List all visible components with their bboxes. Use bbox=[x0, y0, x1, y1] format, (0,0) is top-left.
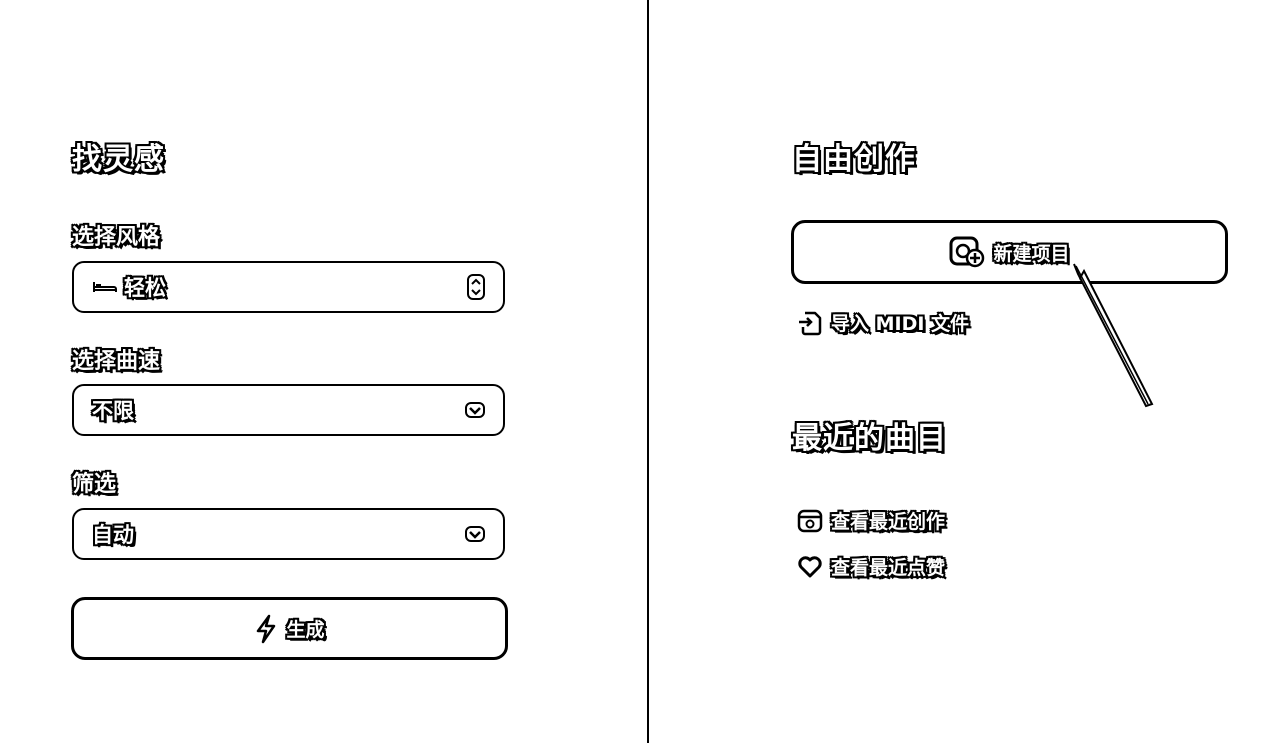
recent-tracks-title: 最近的曲目 bbox=[792, 421, 947, 456]
tempo-value: 不限 bbox=[92, 399, 134, 423]
add-file-icon bbox=[949, 236, 985, 268]
new-project-button[interactable]: 新建项目 bbox=[791, 220, 1228, 284]
style-value: 轻松 bbox=[124, 276, 166, 300]
updown-chevron-icon bbox=[467, 274, 485, 300]
filter-label: 筛选 bbox=[72, 472, 117, 497]
chevron-down-icon bbox=[465, 402, 485, 418]
generate-label: 生成 bbox=[286, 619, 325, 641]
free-create-title: 自由创作 bbox=[792, 142, 916, 177]
lightning-icon bbox=[254, 614, 278, 644]
tempo-select[interactable]: 不限 bbox=[72, 384, 505, 436]
import-midi-link[interactable]: 导入 MIDI 文件 bbox=[797, 309, 969, 336]
bed-icon bbox=[92, 279, 118, 295]
import-icon bbox=[797, 310, 823, 336]
chevron-down-icon bbox=[465, 526, 485, 542]
style-select[interactable]: 轻松 bbox=[72, 261, 505, 313]
filter-select[interactable]: 自动 bbox=[72, 508, 505, 560]
import-midi-label: 导入 MIDI 文件 bbox=[831, 313, 970, 335]
new-project-label: 新建项目 bbox=[993, 242, 1070, 265]
recent-creations-link[interactable]: 查看最近创作 bbox=[797, 507, 945, 534]
recent-likes-link[interactable]: 查看最近点赞 bbox=[797, 553, 945, 580]
recent-creations-label: 查看最近创作 bbox=[831, 511, 946, 533]
recent-likes-label: 查看最近点赞 bbox=[831, 557, 946, 579]
mouse-cursor-icon bbox=[1073, 263, 1154, 408]
style-label: 选择风格 bbox=[72, 225, 161, 250]
generate-button[interactable]: 生成 bbox=[71, 597, 508, 660]
heart-icon bbox=[797, 555, 823, 579]
box-icon bbox=[797, 508, 823, 534]
tempo-label: 选择曲速 bbox=[72, 349, 161, 374]
panel-divider bbox=[647, 0, 649, 743]
filter-value: 自动 bbox=[92, 523, 134, 547]
inspiration-title: 找灵感 bbox=[72, 142, 165, 177]
